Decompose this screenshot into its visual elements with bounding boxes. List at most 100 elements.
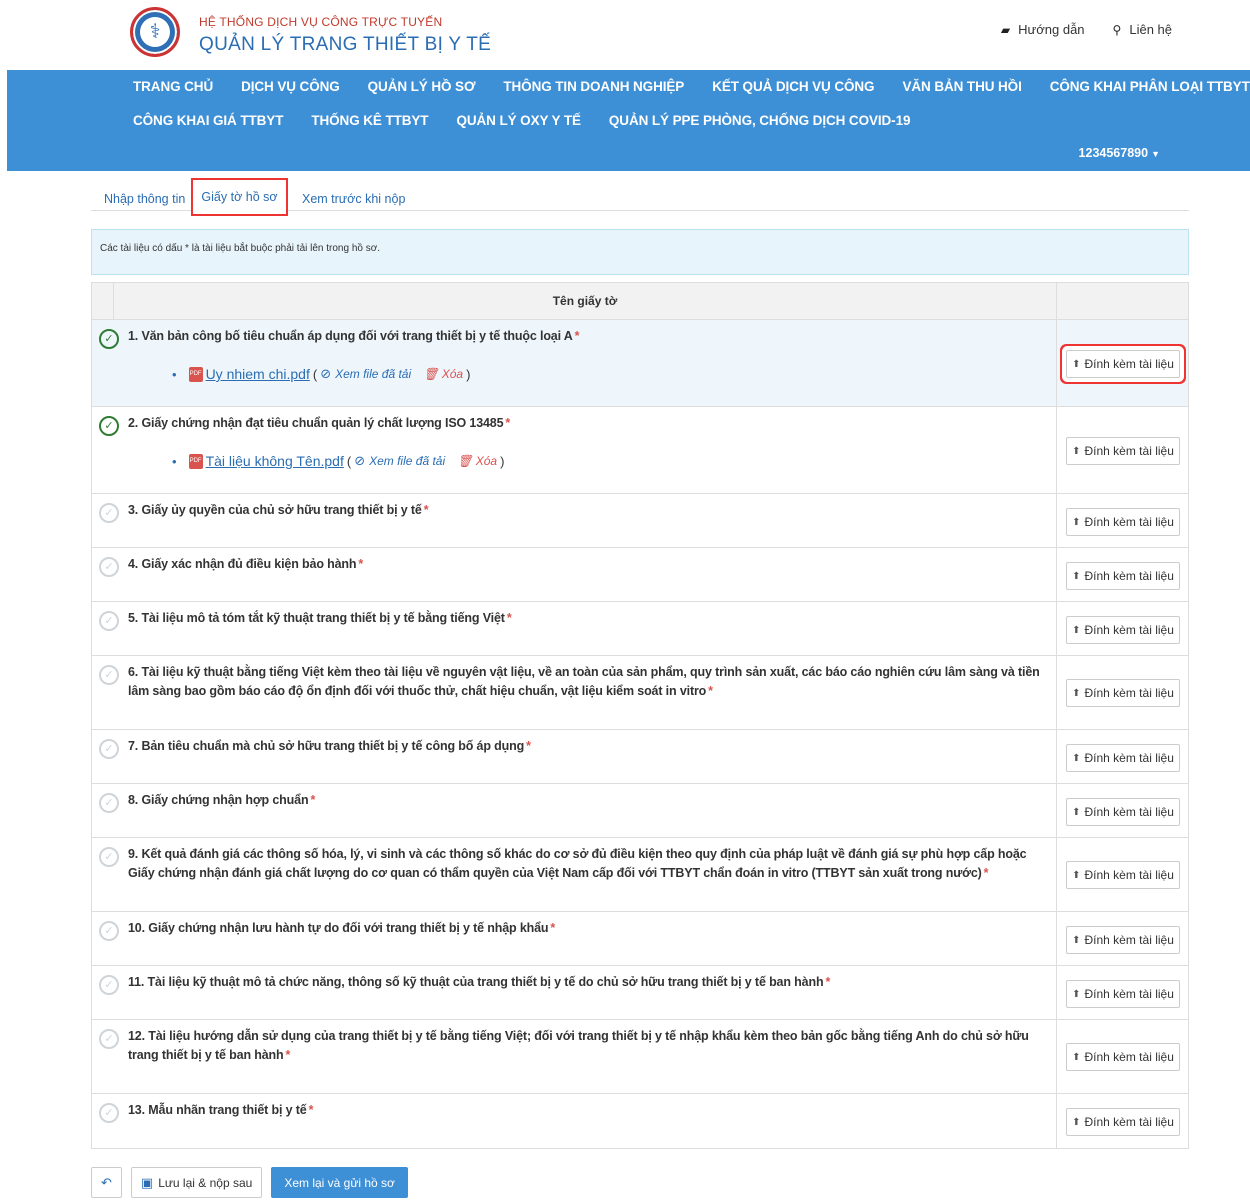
trash-icon: 🗑	[457, 454, 473, 468]
caret-down-icon: ▼	[1151, 149, 1160, 159]
attach-document-button[interactable]: ⬆ Đính kèm tài liệu	[1066, 562, 1180, 590]
check-circle-icon: ✓	[99, 739, 119, 759]
required-star: *	[574, 329, 580, 343]
nav-item-manage-records[interactable]: QUẢN LÝ HỒ SƠ	[368, 79, 476, 94]
document-title: 13. Mẫu nhãn trang thiết bị y tế	[128, 1103, 307, 1117]
attach-document-button[interactable]: ⬆ Đính kèm tài liệu	[1066, 798, 1180, 826]
required-star: *	[358, 557, 364, 571]
delete-file-link[interactable]: 🗑 Xóa	[457, 454, 497, 468]
required-star: *	[308, 1103, 314, 1117]
required-star: *	[526, 739, 531, 753]
upload-icon: ⬆	[1072, 516, 1081, 528]
save-later-button[interactable]: ▣ Lưu lại & nộp sau	[130, 1167, 263, 1198]
upload-icon: ⬆	[1072, 988, 1081, 1000]
document-title: 8. Giấy chứng nhận hợp chuẩn	[128, 793, 309, 807]
table-row: ✓ 13. Mẫu nhãn trang thiết bị y tế * ⬆ Đín…	[92, 1094, 1188, 1148]
nav-item-ppe[interactable]: QUẢN LÝ PPE PHÒNG, CHỐNG DỊCH COVID-19	[609, 113, 911, 128]
upload-icon: ⬆	[1072, 869, 1081, 881]
document-title: 10. Giấy chứng nhận lưu hành tự do đối v…	[128, 921, 549, 935]
attach-document-button[interactable]: ⬆ Đính kèm tài liệu	[1066, 1108, 1180, 1136]
view-uploaded-file-link[interactable]: Xem file đã tải	[335, 367, 411, 381]
contact-link[interactable]: ⚲ Liên hệ	[1113, 22, 1172, 37]
table-row: ✓ 2. Giấy chứng nhận đạt tiêu chuẩn quản…	[92, 407, 1188, 494]
nav-item-oxygen[interactable]: QUẢN LÝ OXY Y TẾ	[456, 113, 581, 128]
attach-document-button[interactable]: ⬆ Đính kèm tài liệu	[1066, 508, 1180, 536]
upload-icon: ⬆	[1072, 1051, 1081, 1063]
nav-item-service-results[interactable]: KẾT QUẢ DỊCH VỤ CÔNG	[712, 79, 874, 94]
upload-icon: ⬆	[1072, 445, 1081, 457]
attach-document-button[interactable]: ⬆ Đính kèm tài liệu	[1066, 1043, 1180, 1071]
required-star: *	[285, 1048, 291, 1062]
pdf-file-icon: PDF	[188, 366, 203, 382]
nav-item-statistics[interactable]: THỐNG KÊ TTBYT	[311, 113, 428, 128]
check-circle-icon: ✓	[99, 975, 119, 995]
back-button[interactable]: ↶	[91, 1167, 122, 1198]
nav-item-public-services[interactable]: DỊCH VỤ CÔNG	[241, 79, 340, 94]
required-docs-notice: Các tài liệu có dấu * là tài liệu bắt bu…	[91, 229, 1189, 275]
nav-row-1: TRANG CHỦ DỊCH VỤ CÔNG QUẢN LÝ HỒ SƠ THÔ…	[133, 79, 1250, 94]
tab-documents[interactable]: Giấy tờ hồ sơ	[191, 178, 288, 216]
nav-item-classification[interactable]: CÔNG KHAI PHÂN LOẠI TTBYT	[1050, 79, 1250, 94]
attach-document-button[interactable]: ⬆ Đính kèm tài liệu	[1066, 861, 1180, 889]
document-title: 2. Giấy chứng nhận đạt tiêu chuẩn quản l…	[128, 416, 504, 430]
upload-icon: ⬆	[1072, 570, 1081, 582]
nav-item-business-info[interactable]: THÔNG TIN DOANH NGHIỆP	[503, 79, 684, 94]
table-row: ✓ 8. Giấy chứng nhận hợp chuẩn * ⬆ Đính kè…	[92, 784, 1188, 838]
table-row: ✓ 10. Giấy chứng nhận lưu hành tự do đối…	[92, 912, 1188, 966]
pdf-file-icon: PDF	[188, 453, 203, 469]
system-title[interactable]: QUẢN LÝ TRANG THIẾT BỊ Y TẾ	[199, 34, 491, 56]
nav-item-revoked-docs[interactable]: VĂN BẢN THU HỒI	[902, 79, 1021, 94]
nav-item-home[interactable]: TRANG CHỦ	[133, 79, 213, 94]
main-navbar: TRANG CHỦ DỊCH VỤ CÔNG QUẢN LÝ HỒ SƠ THÔ…	[7, 70, 1250, 171]
attach-document-button[interactable]: ⬆ Đính kèm tài liệu	[1066, 350, 1180, 378]
book-icon: ▰	[1000, 23, 1011, 37]
table-row: ✓ 4. Giấy xác nhận đủ điều kiện bảo hành…	[92, 548, 1188, 602]
check-circle-icon: ✓	[99, 329, 119, 349]
document-title: 7. Bản tiêu chuẩn mà chủ sở hữu trang th…	[128, 739, 525, 753]
nav-item-prices[interactable]: CÔNG KHAI GIÁ TTBYT	[133, 113, 283, 128]
table-row: ✓ 7. Bản tiêu chuẩn mà chủ sở hữu trang …	[92, 730, 1188, 784]
delete-file-link[interactable]: 🗑 Xóa	[423, 367, 463, 381]
document-title: 4. Giấy xác nhận đủ điều kiện bảo hành	[128, 557, 357, 571]
check-circle-icon: ✓	[99, 503, 119, 523]
guide-link[interactable]: ▰ Hướng dẫn	[1001, 22, 1085, 37]
table-row: ✓ 11. Tài liệu kỹ thuật mô tả chức năng,…	[92, 966, 1188, 1020]
required-star: *	[708, 684, 713, 698]
uploaded-file: • PDF Uy nhiem chi.pdf ( ⊘ Xem file đã t…	[172, 366, 471, 382]
documents-table: Tên giấy tờ ✓ 1. Văn bản công bố tiêu ch…	[91, 282, 1189, 1149]
tab-input-info[interactable]: Nhập thông tin	[104, 192, 185, 206]
required-star: *	[506, 611, 512, 625]
paperclip-icon: ⊘	[320, 366, 332, 381]
attach-document-button[interactable]: ⬆ Đính kèm tài liệu	[1066, 679, 1180, 707]
review-submit-button[interactable]: Xem lại và gửi hồ sơ	[271, 1167, 408, 1198]
attach-document-button[interactable]: ⬆ Đính kèm tài liệu	[1066, 437, 1180, 465]
table-row: ✓ 12. Tài liệu hướng dẫn sử dụng của tra…	[92, 1020, 1188, 1094]
caduceus-icon: ⚕	[140, 17, 170, 47]
ministry-logo[interactable]: ⚕	[130, 7, 180, 57]
check-circle-icon: ✓	[99, 416, 119, 436]
uploaded-file-link[interactable]: Uy nhiem chi.pdf	[206, 366, 310, 382]
tab-preview[interactable]: Xem trước khi nộp	[302, 192, 405, 206]
document-title: 1. Văn bản công bố tiêu chuẩn áp dụng đố…	[128, 329, 573, 343]
nav-row-2: CÔNG KHAI GIÁ TTBYT THỐNG KÊ TTBYT QUẢN …	[133, 113, 938, 128]
attach-document-button[interactable]: ⬆ Đính kèm tài liệu	[1066, 616, 1180, 644]
system-subtitle: HỆ THỐNG DỊCH VỤ CÔNG TRỰC TUYẾN	[199, 15, 443, 29]
upload-icon: ⬆	[1072, 687, 1081, 699]
user-menu[interactable]: 1234567890 ▼	[1079, 146, 1160, 160]
check-circle-icon: ✓	[99, 793, 119, 813]
table-row: ✓ 3. Giấy ủy quyền của chủ sở hữu trang …	[92, 494, 1188, 548]
attach-document-button[interactable]: ⬆ Đính kèm tài liệu	[1066, 744, 1180, 772]
attach-document-button[interactable]: ⬆ Đính kèm tài liệu	[1066, 980, 1180, 1008]
upload-icon: ⬆	[1072, 752, 1081, 764]
attach-document-button[interactable]: ⬆ Đính kèm tài liệu	[1066, 926, 1180, 954]
top-links: ▰ Hướng dẫn ⚲ Liên hệ	[1001, 22, 1172, 37]
form-tabs: Nhập thông tin Giấy tờ hồ sơ Xem trước k…	[91, 178, 1189, 216]
required-star: *	[505, 416, 511, 430]
paperclip-icon: ⊘	[354, 453, 366, 468]
uploaded-file-link[interactable]: Tài liệu không Tên.pdf	[206, 453, 344, 469]
document-title: 3. Giấy ủy quyền của chủ sở hữu trang th…	[128, 503, 422, 517]
view-uploaded-file-link[interactable]: Xem file đã tải	[369, 454, 445, 468]
required-star: *	[825, 975, 831, 989]
trash-icon: 🗑	[423, 367, 439, 381]
table-row: ✓ 1. Văn bản công bố tiêu chuẩn áp dụng …	[92, 320, 1188, 407]
